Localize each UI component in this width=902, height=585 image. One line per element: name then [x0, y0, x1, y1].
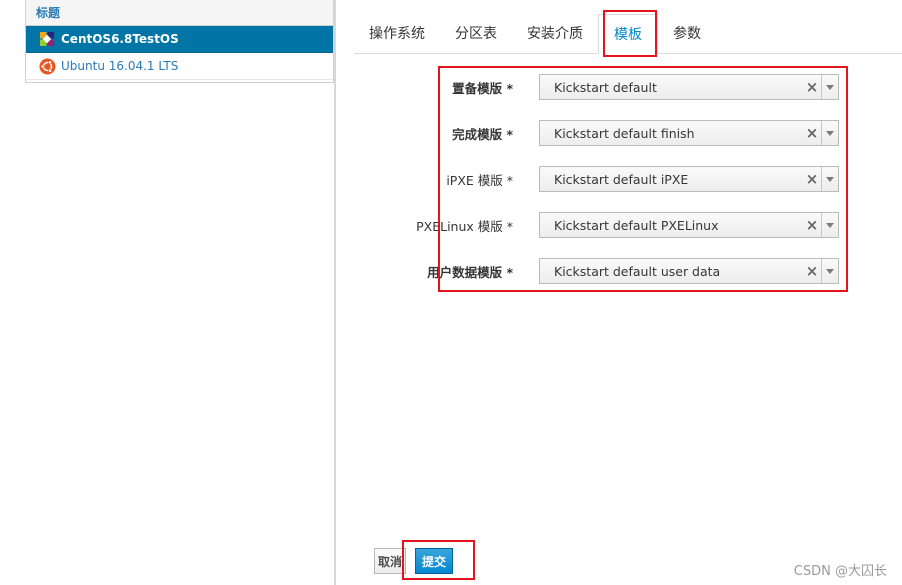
form-row-finish-template: 完成模版 * Kickstart default finish × — [354, 120, 844, 146]
os-list-panel: 标题 CentOS6.8TestOS Ubuntu 16.04.1 LTS — [25, 0, 334, 83]
clear-icon[interactable]: × — [803, 262, 821, 280]
user-data-template-select[interactable]: Kickstart default user data × — [539, 258, 839, 284]
tab-parameters[interactable]: 参数 — [658, 13, 716, 53]
select-value: Kickstart default finish — [554, 125, 695, 141]
submit-button[interactable]: 提交 — [415, 548, 453, 574]
tab-operating-system[interactable]: 操作系统 — [354, 13, 440, 53]
form-row-user-data-template: 用户数据模版 * Kickstart default user data × — [354, 258, 844, 284]
pxelinux-template-select[interactable]: Kickstart default PXELinux × — [539, 212, 839, 238]
form-row-ipxe-template: iPXE 模版 * Kickstart default iPXE × — [354, 166, 844, 192]
dropdown-toggle[interactable] — [821, 75, 838, 99]
os-item-centos[interactable]: CentOS6.8TestOS — [26, 26, 333, 53]
field-label: 置备模版 * — [452, 80, 513, 96]
os-list-header: 标题 — [26, 0, 333, 26]
chevron-down-icon — [826, 268, 834, 274]
dropdown-toggle[interactable] — [821, 259, 838, 283]
os-item-ubuntu[interactable]: Ubuntu 16.04.1 LTS — [26, 53, 333, 80]
dropdown-toggle[interactable] — [821, 121, 838, 145]
provisioning-template-select[interactable]: Kickstart default × — [539, 74, 839, 100]
chevron-down-icon — [826, 222, 834, 228]
select-value: Kickstart default — [554, 79, 657, 95]
field-label: 完成模版 * — [452, 126, 513, 142]
field-label: 用户数据模版 * — [427, 264, 513, 280]
cancel-button[interactable]: 取消 — [374, 548, 406, 574]
panel-divider — [334, 0, 336, 585]
finish-template-select[interactable]: Kickstart default finish × — [539, 120, 839, 146]
clear-icon[interactable]: × — [803, 216, 821, 234]
os-item-label: Ubuntu 16.04.1 LTS — [61, 59, 179, 73]
chevron-down-icon — [826, 176, 834, 182]
ipxe-template-select[interactable]: Kickstart default iPXE × — [539, 166, 839, 192]
select-value: Kickstart default PXELinux — [554, 217, 719, 233]
form-row-provisioning-template: 置备模版 * Kickstart default × — [354, 74, 844, 100]
clear-icon[interactable]: × — [803, 170, 821, 188]
field-label: PXELinux 模版 * — [416, 218, 513, 234]
tab-installation-media[interactable]: 安装介质 — [512, 13, 598, 53]
clear-icon[interactable]: × — [803, 124, 821, 142]
centos-icon — [38, 30, 56, 48]
chevron-down-icon — [826, 84, 834, 90]
tab-partition-table[interactable]: 分区表 — [440, 13, 512, 53]
os-item-label: CentOS6.8TestOS — [61, 32, 179, 46]
field-label: iPXE 模版 * — [446, 172, 513, 188]
select-value: Kickstart default iPXE — [554, 171, 689, 187]
form-row-pxelinux-template: PXELinux 模版 * Kickstart default PXELinux… — [354, 212, 844, 238]
watermark: CSDN @大囚长 — [793, 564, 887, 579]
dropdown-toggle[interactable] — [821, 167, 838, 191]
chevron-down-icon — [826, 130, 834, 136]
clear-icon[interactable]: × — [803, 78, 821, 96]
ubuntu-icon — [38, 57, 56, 75]
dropdown-toggle[interactable] — [821, 213, 838, 237]
select-value: Kickstart default user data — [554, 263, 721, 279]
tab-bar: 操作系统 分区表 安装介质 模板 参数 — [354, 14, 902, 54]
tab-templates[interactable]: 模板 — [598, 14, 658, 54]
